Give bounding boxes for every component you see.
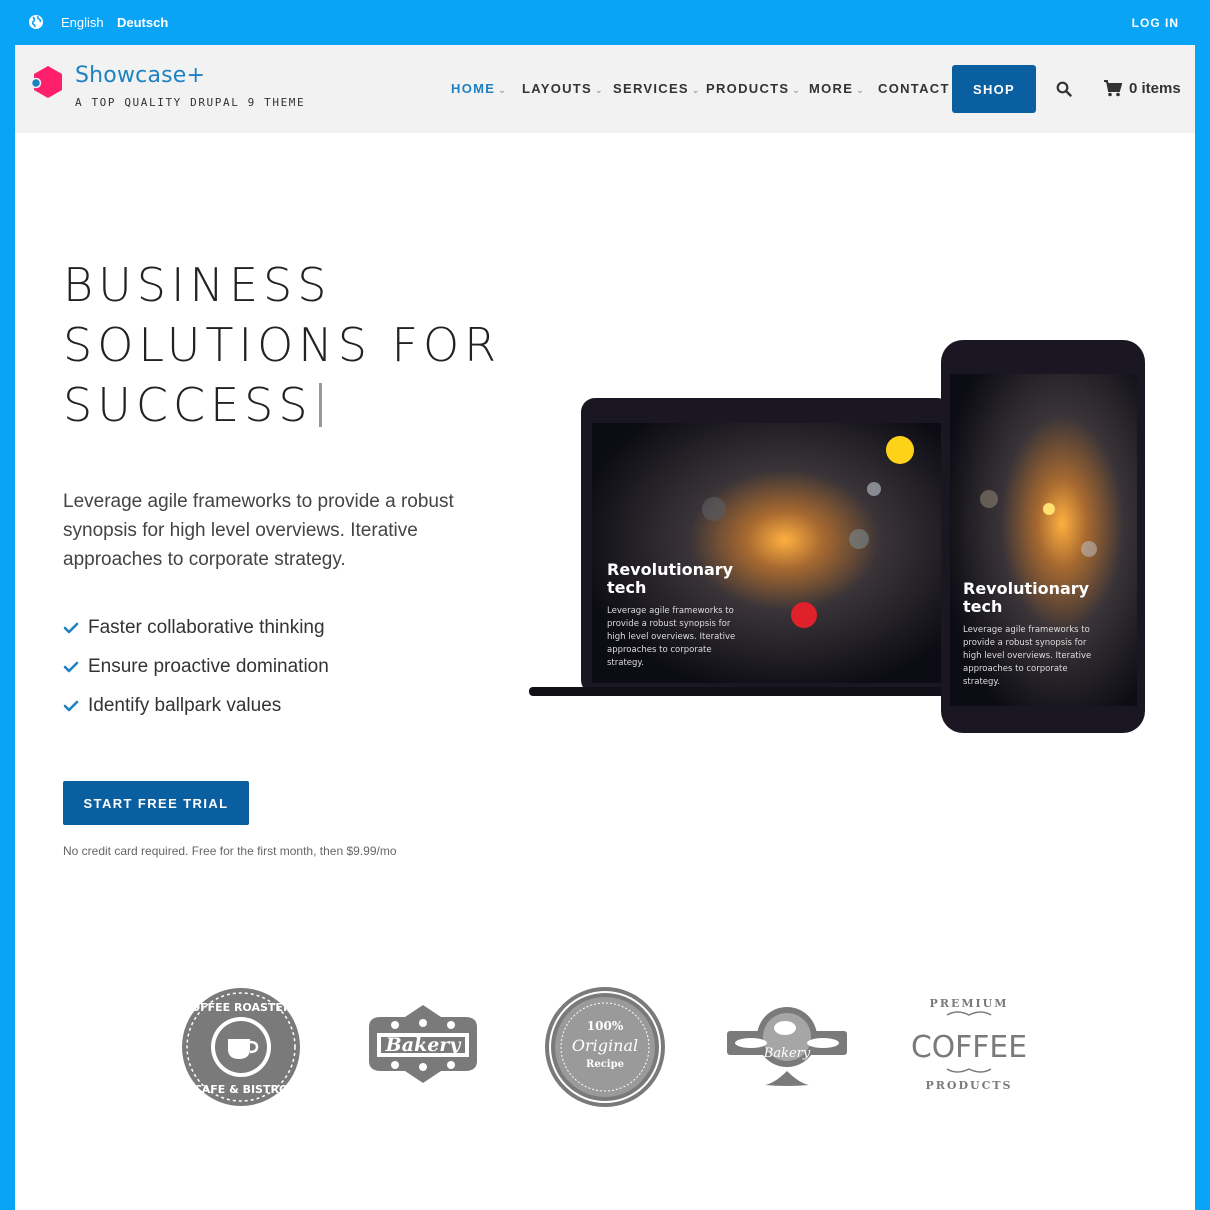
checkmark-icon: [63, 622, 79, 634]
nav-item-more[interactable]: MORE ⌄: [809, 81, 865, 96]
cart-count-label[interactable]: 0 items: [1129, 80, 1181, 97]
search-icon[interactable]: [1056, 81, 1072, 97]
phone-heading-line-1: Revolutionary: [963, 579, 1090, 598]
coffee-roasters-top-text: COFFEE ROASTERS: [183, 1001, 300, 1014]
original-recipe-line-2: Original: [572, 1036, 638, 1055]
premium-coffee-bottom-text: PRODUCTS: [925, 1079, 1012, 1092]
premium-coffee-top-text: PREMIUM: [930, 997, 1009, 1010]
phone-heading-line-2: tech: [963, 597, 1002, 616]
device-mockup-image: Revolutionary tech Leverage agile framew…: [529, 340, 1145, 733]
phone-body-line: approaches to corporate: [963, 664, 1068, 674]
phone-body-line: strategy.: [963, 677, 1000, 687]
language-english-link[interactable]: English: [61, 15, 104, 30]
laptop-body-line: Leverage agile frameworks to: [607, 606, 734, 616]
phone-body-line: provide a robust synopsis for: [963, 638, 1087, 648]
start-free-trial-button[interactable]: START FREE TRIAL: [63, 781, 249, 825]
top-bar: English Deutsch LOG IN: [0, 0, 1210, 45]
cta-note: No credit card required. Free for the fi…: [63, 844, 397, 858]
original-recipe-line-3: Recipe: [586, 1059, 624, 1070]
laptop-body-line: provide a robust synopsis for: [607, 619, 731, 629]
laptop-heading-line-1: Revolutionary: [607, 560, 734, 579]
feature-item: Ensure proactive domination: [63, 656, 329, 695]
laptop-body-line: high level overviews. Iterative: [607, 632, 735, 642]
chevron-down-icon: ⌄: [691, 85, 701, 95]
hero-title-text: SUCCESS: [63, 378, 313, 432]
chevron-down-icon: ⌄: [792, 85, 802, 95]
site-logo[interactable]: [31, 64, 65, 100]
nav-item-contact[interactable]: CONTACT: [878, 81, 950, 96]
page-frame: Showcase+ A TOP QUALITY DRUPAL 9 THEME H…: [15, 45, 1195, 1210]
nav-item-layouts[interactable]: LAYOUTS ⌄: [522, 81, 604, 96]
phone-body-line: Leverage agile frameworks to: [963, 625, 1090, 635]
original-recipe-line-1: 100%: [587, 1019, 624, 1033]
original-recipe-logo: 100% Original Recipe: [545, 987, 665, 1107]
coffee-roasters-logo: COFFEE ROASTERS CAFE & BISTRO: [182, 988, 300, 1106]
site-slogan: A TOP QUALITY DRUPAL 9 THEME: [75, 96, 306, 109]
feature-item: Identify ballpark values: [63, 695, 329, 734]
cart-icon[interactable]: [1104, 80, 1122, 97]
nav-item-products[interactable]: PRODUCTS ⌄: [706, 81, 801, 96]
globe-icon: [29, 15, 43, 29]
premium-coffee-middle-text: COFFEE: [911, 1030, 1027, 1065]
typing-cursor: [318, 383, 322, 427]
bakery-logo-2: Bakery: [727, 1007, 847, 1086]
laptop-body-line: approaches to corporate: [607, 645, 712, 655]
laptop-body-line: strategy.: [607, 658, 644, 668]
bakery-logo-1-text: Bakery: [385, 1034, 463, 1056]
nav-item-home[interactable]: HOME ⌄: [451, 81, 507, 96]
login-link[interactable]: LOG IN: [1132, 16, 1179, 30]
language-deutsch-link[interactable]: Deutsch: [117, 15, 168, 30]
hero-title: BUSINESS SOLUTIONS FOR SUCCESS: [63, 255, 523, 435]
hero-title-line: BUSINESS: [63, 258, 332, 312]
phone-body-line: high level overviews. Iterative: [963, 651, 1091, 661]
nav-item-label: LAYOUTS: [522, 81, 593, 96]
bakery-logo-1: Bakery: [369, 1005, 477, 1083]
feature-item-text: Identify ballpark values: [88, 695, 282, 716]
coffee-roasters-bottom-text: CAFE & BISTRO: [194, 1083, 289, 1096]
nav-item-label: CONTACT: [878, 81, 950, 96]
nav-item-label: PRODUCTS: [706, 81, 790, 96]
hero-title-line: SOLUTIONS FOR: [63, 318, 502, 372]
hero-title-line: SUCCESS: [63, 375, 523, 435]
chevron-down-icon: ⌄: [498, 85, 508, 95]
checkmark-icon: [63, 661, 79, 673]
feature-item-text: Ensure proactive domination: [88, 656, 329, 677]
site-header: Showcase+ A TOP QUALITY DRUPAL 9 THEME H…: [15, 45, 1195, 133]
nav-item-label: SERVICES: [613, 81, 689, 96]
shop-button[interactable]: SHOP: [952, 65, 1036, 113]
chevron-down-icon: ⌄: [856, 85, 866, 95]
nav-item-label: HOME: [451, 81, 496, 96]
chevron-down-icon: ⌄: [595, 85, 604, 95]
nav-item-services[interactable]: SERVICES ⌄: [613, 81, 701, 96]
premium-coffee-logo: PREMIUM COFFEE PRODUCTS: [911, 997, 1027, 1092]
checkmark-icon: [63, 700, 79, 712]
laptop-heading-line-2: tech: [607, 578, 646, 597]
bakery-logo-2-text: Bakery: [763, 1046, 811, 1061]
feature-checklist: Faster collaborative thinking Ensure pro…: [63, 617, 329, 734]
feature-item-text: Faster collaborative thinking: [88, 617, 325, 638]
nav-item-label: MORE: [809, 81, 854, 96]
site-name[interactable]: Showcase+: [75, 63, 205, 88]
feature-item: Faster collaborative thinking: [63, 617, 329, 656]
hero-description: Leverage agile frameworks to provide a r…: [63, 491, 454, 570]
